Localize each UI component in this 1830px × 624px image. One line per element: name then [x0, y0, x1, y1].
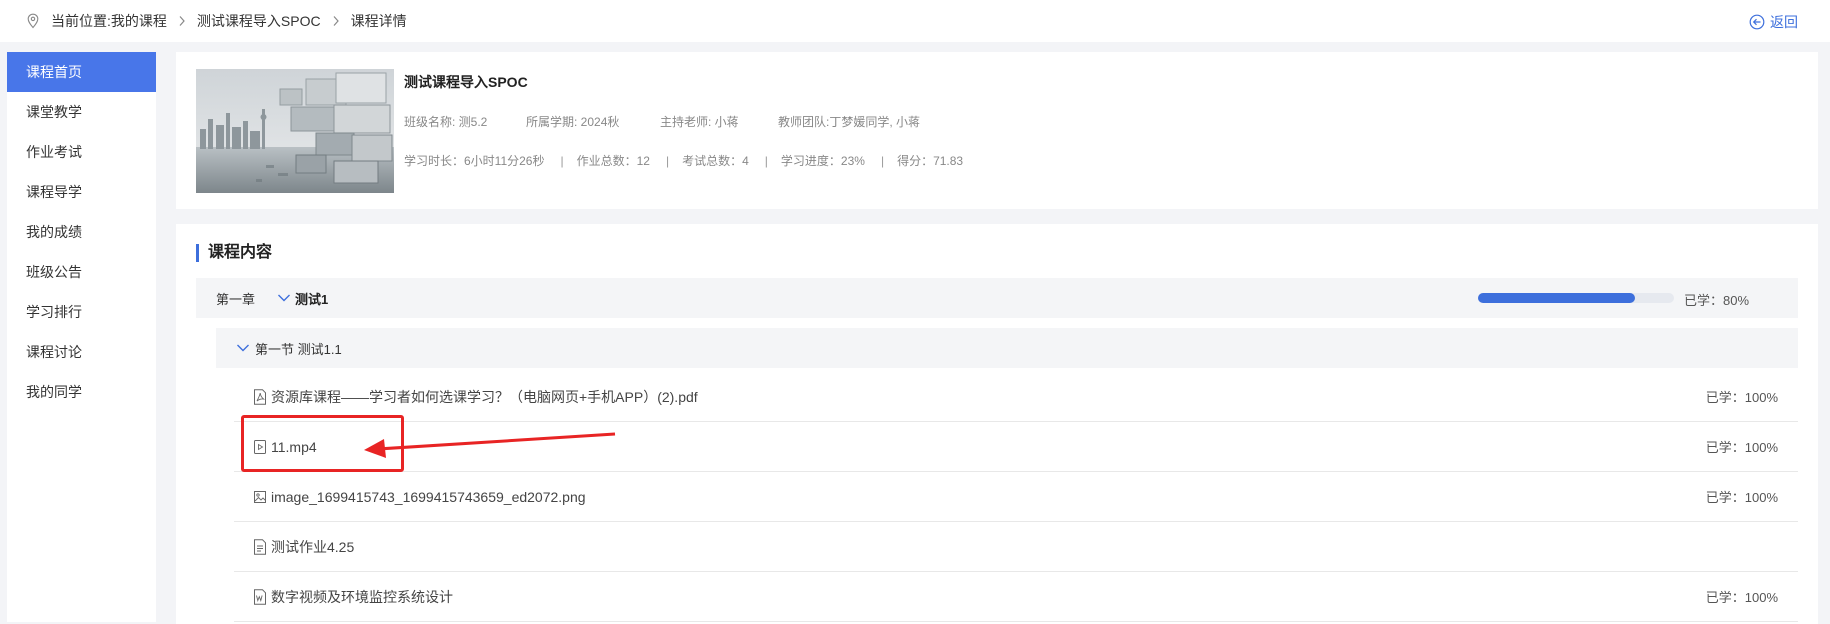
- stat-separator: |: [764, 153, 768, 168]
- course-stats-row: 学习时长：6小时11分26秒 | 作业总数：12 | 考试总数：4 | 学习进度…: [404, 152, 963, 169]
- word-icon: [254, 588, 266, 605]
- chevron-down-icon: [278, 294, 291, 302]
- homework-total: 作业总数：12: [576, 154, 650, 168]
- resource-name: 资源库课程——学习者如何选课学习？（电脑网页+手机APP）(2).pdf: [271, 388, 698, 405]
- resource-progress: 已学：100%: [1705, 490, 1778, 505]
- score: 得分：71.83: [897, 154, 964, 168]
- sidebar-item-course-guide[interactable]: 课程导学: [7, 172, 156, 212]
- sidebar-item-study-ranking[interactable]: 学习排行: [7, 292, 156, 332]
- sidebar-item-class-announcements[interactable]: 班级公告: [7, 252, 156, 292]
- resource-item-video[interactable]: 11.mp4 已学：100%: [234, 422, 1798, 472]
- semester: 所属学期: 2024秋: [526, 115, 620, 129]
- chevron-right-icon: [179, 16, 185, 26]
- back-button[interactable]: 返回: [1749, 12, 1798, 32]
- resource-progress: 已学：100%: [1705, 390, 1778, 405]
- chapter-label: 第一章: [216, 291, 256, 307]
- breadcrumb-current: 课程详情: [350, 13, 407, 29]
- course-cover-image: [196, 69, 394, 193]
- stat-separator: |: [560, 153, 564, 168]
- video-icon: [254, 439, 266, 454]
- sidebar-item-my-classmates[interactable]: 我的同学: [7, 372, 156, 412]
- chapter-name: 测试1: [295, 291, 329, 307]
- resource-item-homework[interactable]: 测试作业4.25: [234, 522, 1798, 572]
- resource-name: 11.mp4: [271, 438, 317, 455]
- section-row[interactable]: 第一节 测试1.1: [216, 328, 1798, 368]
- resource-item-pdf[interactable]: 资源库课程——学习者如何选课学习？（电脑网页+手机APP）(2).pdf 已学：…: [234, 372, 1798, 422]
- chevron-down-icon: [237, 344, 249, 352]
- resource-progress: 已学：100%: [1705, 440, 1778, 455]
- sidebar-item-classroom-teaching[interactable]: 课堂教学: [7, 92, 156, 132]
- pdf-icon: [254, 388, 266, 405]
- resource-list: 资源库课程——学习者如何选课学习？（电脑网页+手机APP）(2).pdf 已学：…: [234, 372, 1798, 622]
- resource-name: image_1699415743_1699415743659_ed2072.pn…: [271, 488, 586, 505]
- sidebar-item-homework-exams[interactable]: 作业考试: [7, 132, 156, 172]
- chapter-toggle[interactable]: 测试1: [277, 289, 328, 308]
- image-icon: [254, 490, 266, 503]
- breadcrumb-bar: 当前位置:我的课程 测试课程导入SPOC 课程详情 返回: [0, 0, 1830, 42]
- study-progress: 学习进度：23%: [780, 154, 865, 168]
- study-time: 学习时长：6小时11分26秒: [404, 154, 545, 168]
- breadcrumb-my-courses[interactable]: 当前位置:我的课程: [51, 11, 167, 31]
- resource-progress: 已学：100%: [1705, 590, 1778, 605]
- class-name: 班级名称: 测5.2: [404, 115, 488, 129]
- exam-total: 考试总数：4: [682, 154, 749, 168]
- section-name: 第一节 测试1.1: [255, 341, 342, 357]
- sidebar-item-my-grades[interactable]: 我的成绩: [7, 212, 156, 252]
- resource-name: 数字视频及环境监控系统设计: [271, 588, 453, 605]
- resource-item-word[interactable]: 数字视频及环境监控系统设计 已学：100%: [234, 572, 1798, 622]
- resource-item-image[interactable]: image_1699415743_1699415743659_ed2072.pn…: [234, 472, 1798, 522]
- host-teacher: 主持老师: 小蒋: [660, 115, 739, 129]
- document-icon: [254, 538, 266, 555]
- sidebar-item-course-discussion[interactable]: 课程讨论: [7, 332, 156, 372]
- chevron-right-icon: [333, 16, 339, 26]
- chapter-progress-bar: [1478, 293, 1674, 303]
- breadcrumb-course[interactable]: 测试课程导入SPOC: [197, 11, 321, 31]
- stat-separator: |: [880, 153, 885, 168]
- section-heading: 课程内容: [196, 244, 272, 262]
- course-content-card: 课程内容 第一章 测试1 已学：80% 第一节 测试1.1 资源库课程——学习者…: [176, 224, 1818, 624]
- teacher-team: 教师团队:丁梦媛同学, 小蒋: [778, 115, 921, 129]
- sidebar-item-course-home[interactable]: 课程首页: [7, 52, 156, 92]
- course-title: 测试课程导入SPOC: [404, 74, 528, 90]
- sidebar-nav: 课程首页 课堂教学 作业考试 课程导学 我的成绩 班级公告 学习排行 课程讨论 …: [7, 52, 156, 622]
- chapter-progress-fill: [1478, 293, 1635, 303]
- location-pin-icon: [27, 13, 39, 29]
- course-info-card: 测试课程导入SPOC 班级名称: 测5.2 所属学期: 2024秋 主持老师: …: [176, 52, 1818, 209]
- chapter-row: 第一章 测试1 已学：80%: [196, 278, 1798, 318]
- chapter-progress-text: 已学：80%: [1684, 293, 1750, 308]
- course-meta-row: 班级名称: 测5.2 所属学期: 2024秋 主持老师: 小蒋 教师团队:丁梦媛…: [404, 113, 920, 130]
- stat-separator: |: [665, 153, 670, 168]
- back-label: 返回: [1770, 14, 1798, 30]
- back-arrow-icon: [1749, 14, 1765, 30]
- resource-name: 测试作业4.25: [271, 538, 355, 555]
